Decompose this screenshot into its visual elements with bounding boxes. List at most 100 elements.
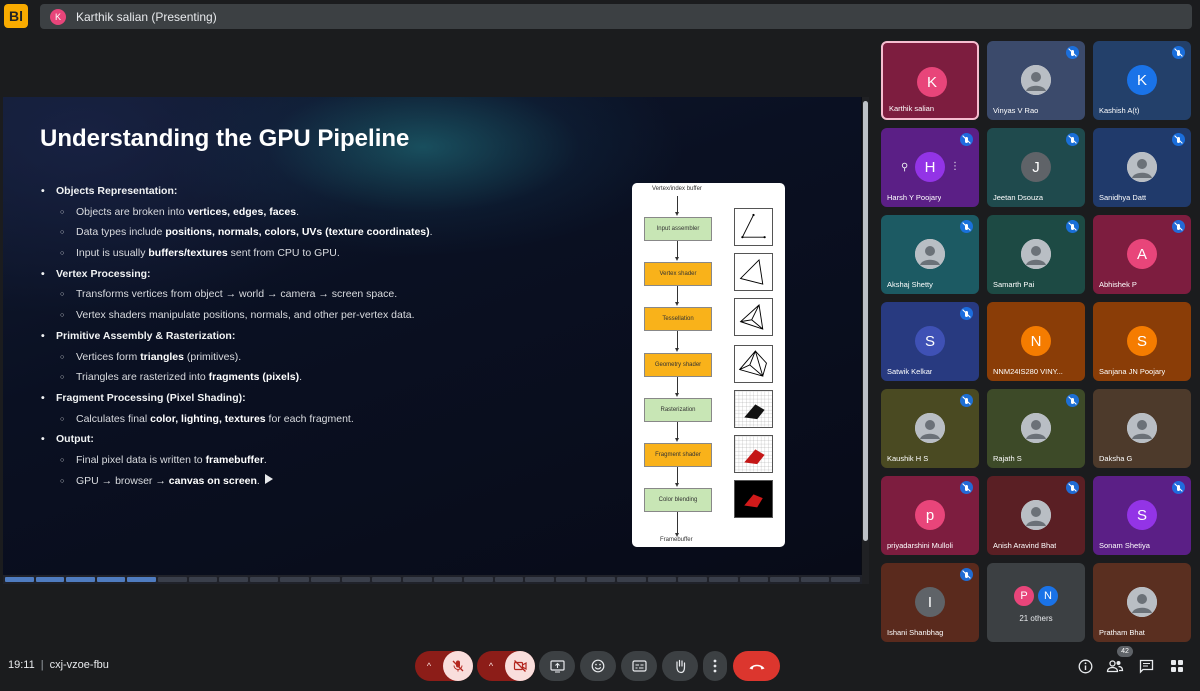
profile-photo-icon [1021,65,1051,95]
slide-scrollbar[interactable] [862,97,869,584]
others-tile[interactable]: P N 21 others [987,563,1085,642]
progress-segment [555,577,585,582]
participant-tile[interactable]: Kaushik H S [881,389,979,468]
present-screen-button[interactable] [539,651,575,681]
participant-tile[interactable]: Vinyas V Rao [987,41,1085,120]
mic-muted-icon [960,220,973,233]
participant-tile[interactable]: H ⚲ ⋮ Harsh Y Poojary [881,128,979,207]
diagram-bottom-label: Framebuffer [660,537,693,543]
mic-muted-icon [1172,481,1185,494]
meeting-details-button[interactable] [1076,657,1094,675]
tile-more-icon[interactable]: ⋮ [950,161,960,172]
participant-tile[interactable]: S Satwik Kelkar [881,302,979,381]
progress-segment [66,577,95,582]
participant-tile[interactable]: Sanidhya Datt [1093,128,1191,207]
slide: Understanding the GPU Pipeline Objects R… [3,97,861,575]
participant-tile[interactable]: K Karthik salian [881,41,979,120]
progress-segment [96,577,126,582]
flow-arrow [675,331,679,352]
slide-scroll-thumb[interactable] [863,101,868,541]
more-options-button[interactable] [703,651,727,681]
participant-name: priyadarshini Mulloli [887,541,953,550]
others-count: 21 others [1019,614,1053,623]
presentation-stage: Understanding the GPU Pipeline Objects R… [3,97,869,584]
participant-name: Anish Aravind Bhat [993,541,1057,550]
profile-photo-icon [915,239,945,269]
progress-segment [831,577,861,582]
slide-bullet-heading: Output: [41,429,641,450]
bullet-text: . [256,474,260,487]
people-button[interactable] [1106,657,1124,675]
progress-segment [494,577,524,582]
participant-tile[interactable]: Samarth Pai [987,215,1085,294]
participant-tile[interactable]: J Jeetan Dsouza [987,128,1085,207]
participant-count-badge: 42 [1117,646,1133,657]
mic-options-chevron-icon[interactable]: ^ [415,651,443,681]
presenter-avatar: K [50,8,66,25]
presenter-label: Karthik salian (Presenting) [76,9,217,24]
others-avatar: N [1037,585,1059,607]
participant-tile[interactable]: S Sanjana JN Poojary [1093,302,1191,381]
slide-bullet-item: Transforms vertices from object → world … [41,284,641,305]
slide-bullet-item: Objects are broken into vertices, edges,… [41,202,641,223]
progress-segment [617,577,646,582]
pin-icon[interactable]: ⚲ [901,162,908,173]
thumb-fragment-icon [734,435,773,473]
progress-segment [280,577,310,582]
emoji-reactions-button[interactable] [580,651,616,681]
slide-bullet-heading: Fragment Processing (Pixel Shading): [41,388,641,409]
avatar: H [915,152,945,182]
participant-tile[interactable]: Akshaj Shetty [881,215,979,294]
profile-photo-icon [1021,413,1051,443]
progress-segment [311,577,340,582]
participant-name: Karthik salian [889,104,935,113]
bullet-text: . [429,226,433,239]
slide-bullet-item: Final pixel data is written to framebuff… [41,450,641,471]
participant-name: Abhishek P [1099,280,1137,289]
participant-tile[interactable]: p priyadarshini Mulloli [881,476,979,555]
avatar: J [1021,152,1051,182]
camera-options-chevron-icon[interactable]: ^ [477,651,505,681]
bullet-text: Primitive Assembly & Rasterization: [56,329,236,342]
chat-button[interactable] [1137,657,1155,675]
raise-hand-button[interactable] [662,651,698,681]
mic-muted-icon [1066,394,1079,407]
thumb-blend-icon [734,480,773,518]
bullet-emphasis: canvas on screen [168,474,257,487]
bullet-text: Objects Representation: [56,185,178,197]
participant-name: Samarth Pai [993,280,1035,289]
thumb-points-icon [734,208,773,246]
participant-name: Rajath S [993,454,1022,463]
participant-tile[interactable]: Anish Aravind Bhat [987,476,1085,555]
participant-tile[interactable]: Daksha G [1093,389,1191,468]
activities-button[interactable] [1168,657,1186,675]
progress-segment [739,577,769,582]
leave-call-button[interactable] [733,651,780,681]
participant-name: Vinyas V Rao [993,106,1039,115]
profile-photo-icon [1127,152,1157,182]
camera-off-button[interactable] [505,651,535,681]
participant-name: Daksha G [1099,454,1133,463]
bullet-text: Vertex Processing: [56,267,151,280]
participant-tile[interactable]: S Sonam Shetiya [1093,476,1191,555]
participant-tile[interactable]: I Ishani Shanbhag [881,563,979,642]
pipeline-stage: Rasterization [644,398,712,422]
pipeline-stage: Vertex shader [644,262,712,286]
participant-tile[interactable]: Pratham Bhat [1093,563,1191,642]
participant-tile[interactable]: A Abhishek P [1093,215,1191,294]
captions-button[interactable] [621,651,657,681]
mic-muted-icon [960,568,973,581]
participant-tile[interactable]: Rajath S [987,389,1085,468]
progress-segment [770,577,799,582]
participant-tile[interactable]: N NNM24IS280 VINY... [987,302,1085,381]
participant-tile[interactable]: K Kashish A(t) [1093,41,1191,120]
raise-hand-icon [675,659,685,673]
bullet-text: Final pixel data is written to [76,453,206,466]
bullet-emphasis: triangles [140,350,184,363]
mic-off-button[interactable] [443,651,473,681]
meeting-code: cxj-vzoe-fbu [49,659,109,671]
progress-segment [127,577,157,582]
participant-name: Sonam Shetiya [1099,541,1150,550]
slide-bullet-heading: Objects Representation: [41,181,641,202]
bullet-text: Objects are broken into [76,205,188,218]
